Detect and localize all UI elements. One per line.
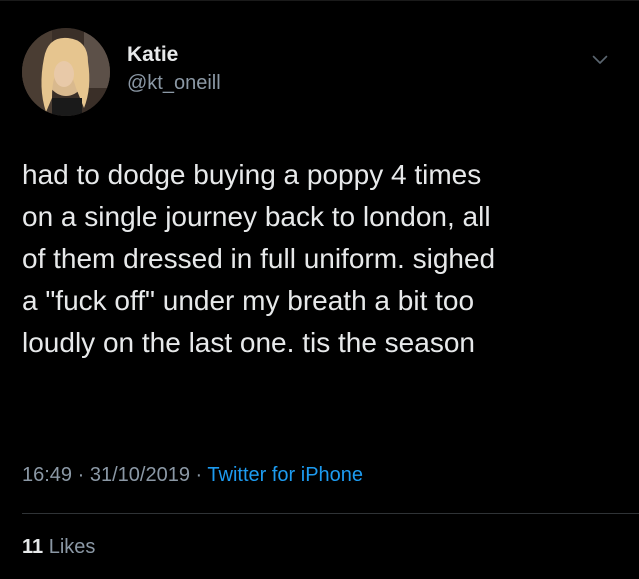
likes-label: Likes: [48, 536, 96, 558]
user-handle[interactable]: @kt_oneill: [127, 69, 221, 97]
tweet-source-link[interactable]: Twitter for iPhone: [207, 464, 363, 486]
author-names: Katie @kt_oneill: [127, 41, 221, 97]
tweet-text: had to dodge buying a poppy 4 times on a…: [22, 159, 496, 358]
meta-separator: ·: [77, 464, 85, 486]
profile-photo: [22, 28, 110, 116]
likes-count: 11: [22, 536, 44, 558]
tweet-meta: 16:49 · 31/10/2019 · Twitter for iPhone: [22, 461, 363, 489]
avatar[interactable]: [22, 28, 110, 116]
chevron-down-icon[interactable]: [592, 54, 608, 66]
tweet-header: Katie @kt_oneill: [22, 28, 221, 116]
divider: [22, 513, 639, 514]
tweet-date[interactable]: 31/10/2019: [90, 464, 190, 486]
top-border: [0, 0, 639, 1]
tweet-time[interactable]: 16:49: [22, 464, 72, 486]
meta-separator: ·: [195, 464, 203, 486]
likes-stat[interactable]: 11 Likes: [22, 533, 95, 561]
display-name[interactable]: Katie: [127, 41, 221, 69]
